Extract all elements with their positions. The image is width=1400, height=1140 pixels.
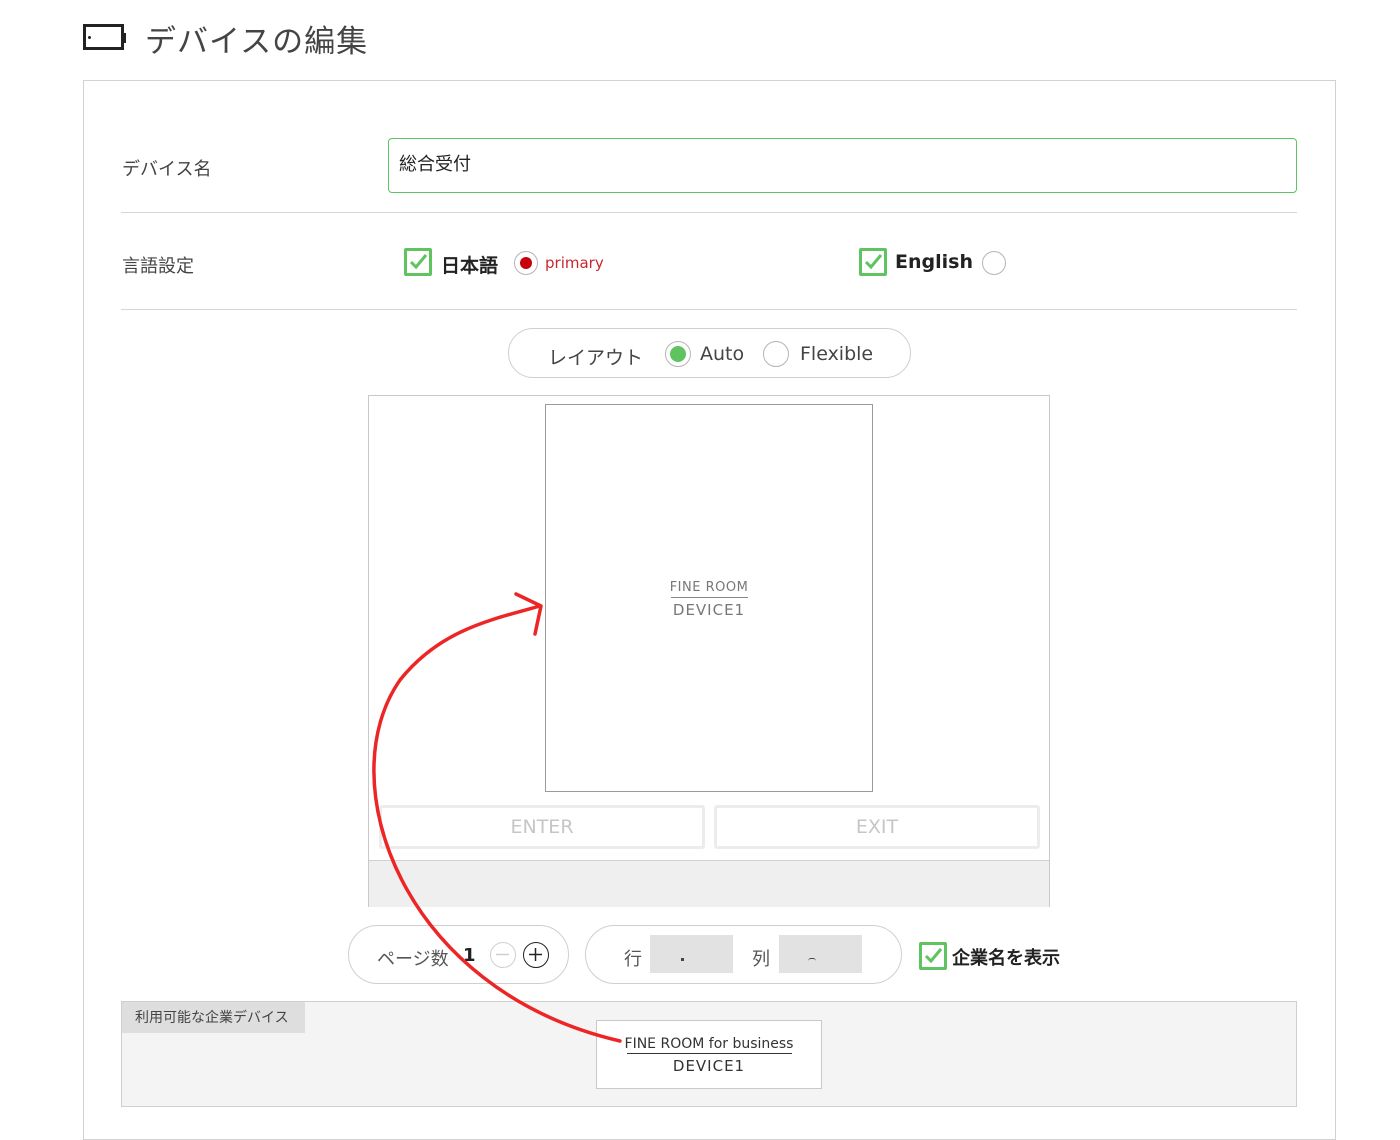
drag-annotation-arrow [372, 592, 622, 1043]
